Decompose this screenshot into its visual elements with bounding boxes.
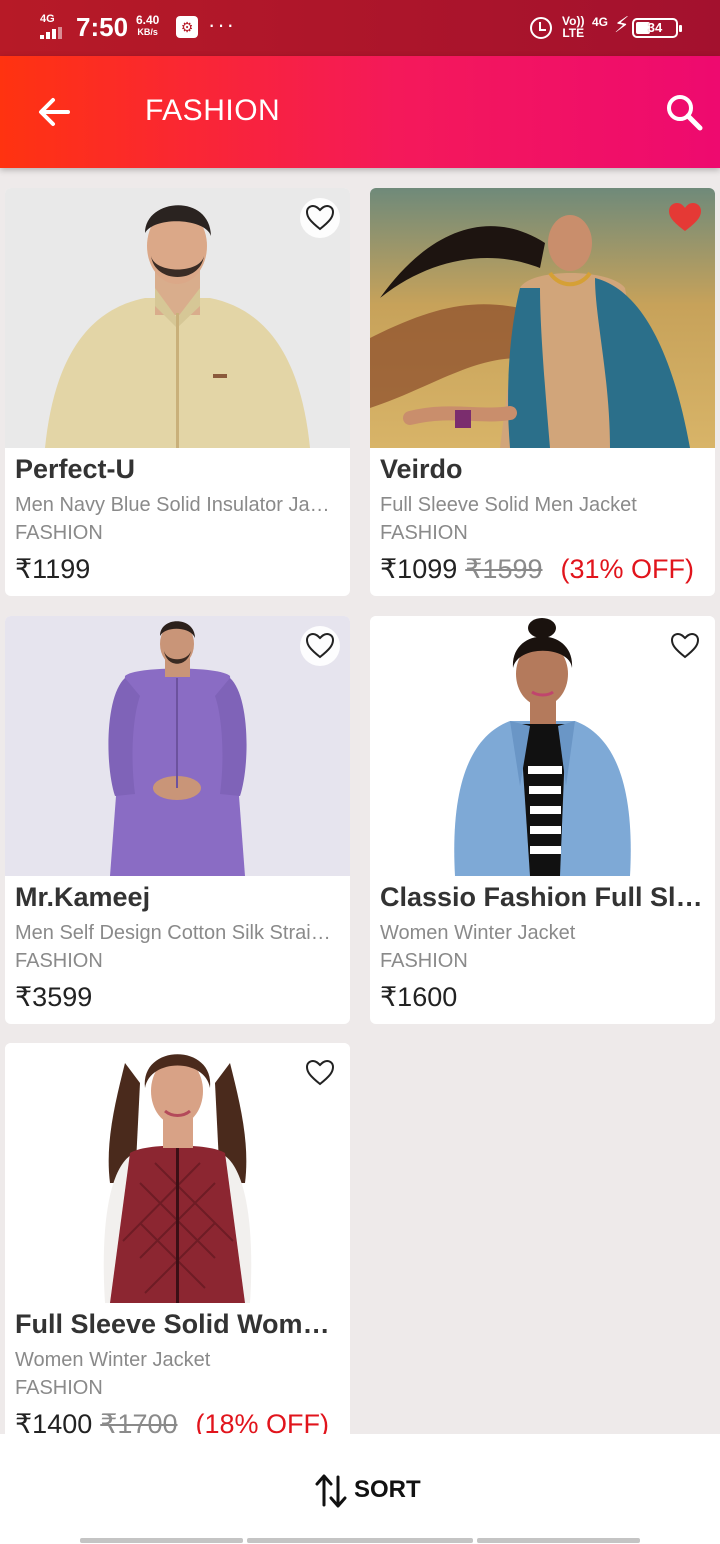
- product-grid: Perfect-U Men Navy Blue Solid Insulator …: [0, 168, 720, 1434]
- product-card[interactable]: Full Sleeve Solid Women Jacket Women Win…: [5, 1043, 350, 1434]
- usb-debug-icon: ⚙: [176, 16, 198, 38]
- product-price: ₹1400: [15, 1409, 93, 1434]
- battery-icon: 34: [632, 18, 682, 38]
- product-brand: Classio Fashion Full Sleeve: [380, 882, 705, 912]
- product-brand: Full Sleeve Solid Women Jacket: [15, 1309, 340, 1339]
- product-image[interactable]: [370, 188, 715, 448]
- product-card[interactable]: Mr.Kameej Men Self Design Cotton Silk St…: [5, 616, 350, 1024]
- search-icon[interactable]: [664, 92, 704, 132]
- product-description: Men Navy Blue Solid Insulator Jacket: [15, 494, 335, 516]
- product-description: Women Winter Jacket: [15, 1349, 211, 1371]
- signal-bars-icon: [40, 27, 70, 39]
- product-price-row: ₹1099 ₹1599 (31% OFF): [380, 554, 694, 585]
- page-title: FASHION: [145, 94, 281, 127]
- volte-indicator: Vo)) LTE: [562, 15, 584, 39]
- scroll-indicator-segment: [247, 1538, 473, 1543]
- arrow-left-icon[interactable]: [34, 92, 74, 132]
- volte-bottom: LTE: [562, 26, 585, 40]
- product-card[interactable]: Classio Fashion Full Sleeve Women Winter…: [370, 616, 715, 1024]
- product-brand: Mr.Kameej: [15, 882, 151, 912]
- charging-icon: ⚡: [614, 12, 630, 37]
- product-price-row: ₹1400 ₹1700 (18% OFF): [15, 1409, 329, 1434]
- sort-arrows-icon: [315, 1474, 347, 1508]
- more-notifications-icon: ···: [208, 12, 236, 37]
- product-discount: (18% OFF): [195, 1409, 330, 1434]
- status-bar: 4G 7:50 6.40 KB/s ⚙ ··· Vo)) LTE 4G ⚡ 34: [0, 0, 720, 56]
- wishlist-heart-icon[interactable]: [665, 626, 705, 666]
- product-mrp: ₹1599: [465, 554, 543, 584]
- product-price-row: ₹1199: [15, 554, 90, 585]
- wishlist-heart-icon[interactable]: [665, 198, 705, 238]
- product-image[interactable]: [5, 188, 350, 448]
- product-image[interactable]: [5, 616, 350, 876]
- speed-value: 6.40: [136, 13, 160, 27]
- wishlist-heart-icon[interactable]: [300, 626, 340, 666]
- product-discount: (31% OFF): [560, 554, 695, 584]
- network-type: 4G: [40, 13, 55, 25]
- product-mrp: ₹1700: [100, 1409, 178, 1434]
- product-price-row: ₹1600: [380, 982, 457, 1013]
- product-category: FASHION: [380, 522, 468, 544]
- product-price: ₹1199: [15, 554, 91, 584]
- product-description: Full Sleeve Solid Men Jacket: [380, 494, 637, 516]
- product-image[interactable]: [5, 1043, 350, 1303]
- product-card[interactable]: Perfect-U Men Navy Blue Solid Insulator …: [5, 188, 350, 596]
- product-description: Men Self Design Cotton Silk Straight Kur…: [15, 922, 335, 944]
- scroll-indicator-segment: [80, 1538, 243, 1543]
- product-category: FASHION: [380, 950, 468, 972]
- sort-label: SORT: [354, 1476, 421, 1503]
- product-category: FASHION: [15, 950, 103, 972]
- sort-button[interactable]: SORT: [314, 1470, 421, 1510]
- scroll-indicator-segment: [477, 1538, 640, 1543]
- network-type-secondary: 4G: [592, 15, 609, 29]
- product-category: FASHION: [15, 522, 103, 544]
- product-price: ₹3599: [15, 982, 93, 1012]
- product-brand: Perfect-U: [15, 454, 136, 484]
- product-card[interactable]: Veirdo Full Sleeve Solid Men Jacket FASH…: [370, 188, 715, 596]
- speed-unit: KB/s: [137, 27, 158, 37]
- product-price-row: ₹3599: [15, 982, 92, 1013]
- clock: 7:50: [76, 12, 129, 42]
- product-image[interactable]: [370, 616, 715, 876]
- product-price: ₹1600: [380, 982, 458, 1012]
- network-speed: 6.40 KB/s: [136, 14, 159, 38]
- app-bar: FASHION: [0, 56, 720, 168]
- bottom-bar: SORT: [0, 1434, 720, 1544]
- alarm-icon: [530, 17, 552, 39]
- battery-level: 34: [647, 20, 663, 35]
- product-brand: Veirdo: [380, 454, 463, 484]
- wishlist-heart-icon[interactable]: [300, 1053, 340, 1093]
- product-category: FASHION: [15, 1377, 103, 1399]
- product-price: ₹1099: [380, 554, 458, 584]
- wishlist-heart-icon[interactable]: [300, 198, 340, 238]
- product-description: Women Winter Jacket: [380, 922, 576, 944]
